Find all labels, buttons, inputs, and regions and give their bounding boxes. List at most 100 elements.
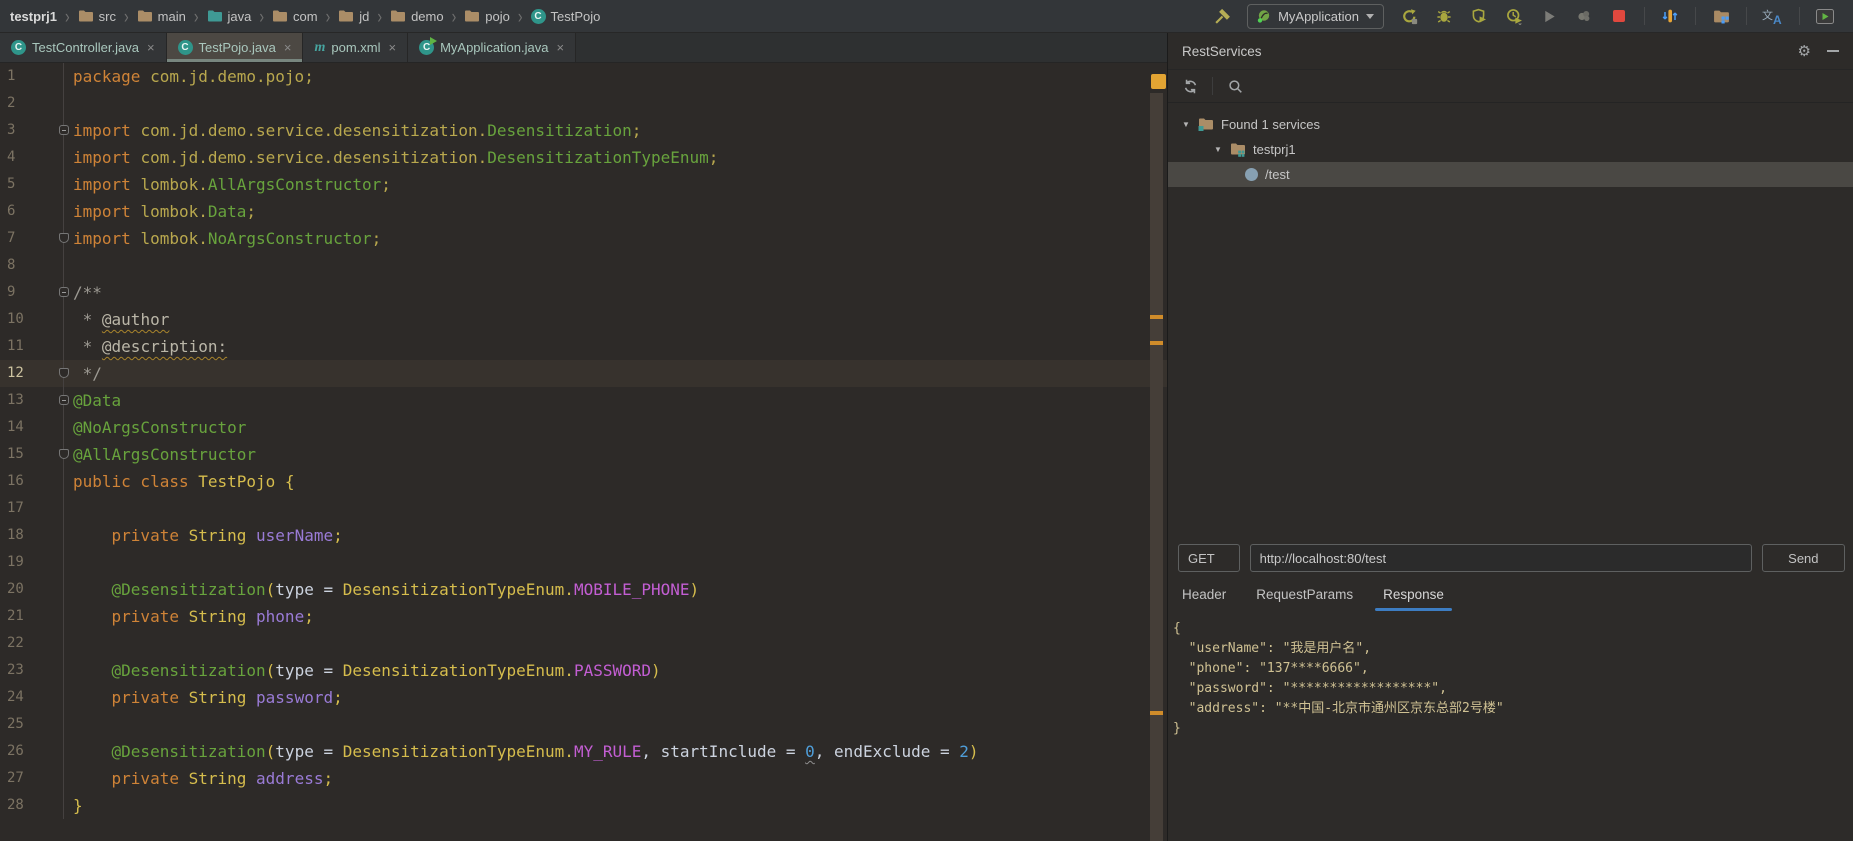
response-body[interactable]: { "userName": "我是用户名", "phone": "137****… [1168, 611, 1853, 739]
editor-tab-TestPojo.java[interactable]: C TestPojo.java × [166, 33, 304, 62]
build-hammer-icon[interactable] [1212, 6, 1232, 26]
code-line-3[interactable]: 3 import com.jd.demo.service.desensitizat… [0, 117, 1167, 144]
editor-scrollbar[interactable] [1150, 93, 1163, 841]
code-line-1[interactable]: 1 package com.jd.demo.pojo; [0, 63, 1167, 90]
expand-arrow-icon[interactable]: ▼ [1213, 145, 1223, 154]
code-line-23[interactable]: 23 @Desensitization(type = Desensitizati… [0, 657, 1167, 684]
line-number: 8 [7, 257, 16, 273]
code-line-26[interactable]: 26 @Desensitization(type = Desensitizati… [0, 738, 1167, 765]
code-line-24[interactable]: 24 private String password; [0, 684, 1167, 711]
breadcrumb-label: com [293, 8, 318, 24]
tree-item--test[interactable]: /test [1168, 162, 1853, 187]
code-line-5[interactable]: 5 import lombok.AllArgsConstructor; [0, 171, 1167, 198]
thread-dump-icon[interactable] [1574, 6, 1594, 26]
line-number: 1 [7, 68, 16, 84]
code-line-6[interactable]: 6 import lombok.Data; [0, 198, 1167, 225]
inspections-status-indicator[interactable] [1151, 74, 1166, 89]
tree-item-testprj1[interactable]: ▼ testprj1 [1168, 137, 1853, 162]
breadcrumb-item-src[interactable]: src [78, 9, 116, 24]
code-line-19[interactable]: 19 [0, 549, 1167, 576]
folder-icon [137, 9, 153, 23]
response-tab-RequestParams[interactable]: RequestParams [1256, 587, 1353, 611]
code-editor[interactable]: 1 package com.jd.demo.pojo; 2 3 import com.j… [0, 63, 1167, 841]
code-text: @Desensitization(type = DesensitizationT… [111, 742, 979, 761]
run-anything-icon[interactable] [1815, 6, 1835, 26]
translate-icon[interactable]: 文A [1762, 6, 1784, 26]
debug-icon[interactable] [1434, 6, 1454, 26]
fold-marker-icon[interactable] [59, 368, 69, 378]
gear-icon[interactable]: ⚙ [1798, 44, 1811, 59]
refresh-icon[interactable] [1180, 76, 1200, 96]
send-button[interactable]: Send [1761, 544, 1846, 572]
editor-tab-pom.xml[interactable]: m pom.xml × [303, 33, 409, 62]
editor-tab-MyApplication.java[interactable]: C MyApplication.java × [408, 33, 577, 62]
tree-item-Found-1-services[interactable]: ▼ Found 1 services [1168, 112, 1853, 137]
fold-marker-icon[interactable] [59, 233, 69, 243]
tab-close-icon[interactable]: × [147, 40, 155, 55]
code-line-28[interactable]: 28} [0, 792, 1167, 819]
main-content: C TestController.java × C TestPojo.java × m pom… [0, 33, 1853, 841]
tab-close-icon[interactable]: × [556, 40, 564, 55]
warning-stripe-mark[interactable] [1150, 711, 1163, 715]
folder-icon [390, 9, 406, 23]
search-icon[interactable] [1225, 76, 1245, 96]
profiler-icon[interactable] [1504, 6, 1524, 26]
breadcrumb-item-java[interactable]: java [207, 9, 251, 24]
stop-icon[interactable] [1609, 6, 1629, 26]
tab-close-icon[interactable]: × [284, 40, 292, 55]
code-line-11[interactable]: 11 * @description: [0, 333, 1167, 360]
code-line-13[interactable]: 13 @Data [0, 387, 1167, 414]
warning-stripe-mark[interactable] [1150, 341, 1163, 345]
breadcrumb-project[interactable]: testprj1 [10, 9, 57, 24]
tab-close-icon[interactable]: × [388, 40, 396, 55]
breadcrumb-item-com[interactable]: com [272, 9, 318, 24]
breadcrumb-item-TestPojo[interactable]: C TestPojo [530, 8, 600, 24]
code-line-17[interactable]: 17 [0, 495, 1167, 522]
fold-marker-icon[interactable] [59, 449, 69, 459]
editor-tab-TestController.java[interactable]: C TestController.java × [0, 33, 167, 62]
gutter [34, 549, 64, 576]
breadcrumb-item-main[interactable]: main [137, 9, 186, 24]
breadcrumb-item-jd[interactable]: jd [338, 9, 369, 24]
code-line-15[interactable]: 15 @AllArgsConstructor [0, 441, 1167, 468]
url-input[interactable] [1249, 544, 1752, 572]
code-line-27[interactable]: 27 private String address; [0, 765, 1167, 792]
expand-arrow-icon[interactable]: ▼ [1181, 120, 1191, 129]
code-line-4[interactable]: 4 import com.jd.demo.service.desensitizat… [0, 144, 1167, 171]
gutter [34, 522, 64, 549]
code-line-8[interactable]: 8 [0, 252, 1167, 279]
run-configurations-select[interactable]: MyApplication [1247, 3, 1384, 29]
code-line-16[interactable]: 16 public class TestPojo { [0, 468, 1167, 495]
breadcrumb-label: main [157, 8, 186, 24]
run-with-coverage-icon[interactable] [1469, 6, 1489, 26]
breadcrumb-item-pojo[interactable]: pojo [464, 9, 510, 24]
code-line-7[interactable]: 7 import lombok.NoArgsConstructor; [0, 225, 1167, 252]
line-number: 22 [7, 635, 24, 651]
code-line-21[interactable]: 21 private String phone; [0, 603, 1167, 630]
module-folder-icon [1230, 142, 1246, 157]
http-method-select[interactable]: GET [1178, 544, 1240, 572]
rerun-icon[interactable] [1399, 6, 1419, 26]
code-line-18[interactable]: 18 private String userName; [0, 522, 1167, 549]
fold-marker-icon[interactable] [59, 395, 69, 405]
run-icon[interactable] [1539, 6, 1559, 26]
code-text: import lombok.Data; [73, 202, 257, 221]
code-line-20[interactable]: 20 @Desensitization(type = Desensitizati… [0, 576, 1167, 603]
warning-stripe-mark[interactable] [1150, 315, 1163, 319]
response-tab-Header[interactable]: Header [1182, 587, 1226, 611]
gutter [34, 144, 64, 171]
response-tab-Response[interactable]: Response [1375, 587, 1452, 611]
breadcrumb-item-demo[interactable]: demo [390, 9, 444, 24]
code-line-14[interactable]: 14 @NoArgsConstructor [0, 414, 1167, 441]
fold-marker-icon[interactable] [59, 125, 69, 135]
code-line-10[interactable]: 10 * @author [0, 306, 1167, 333]
project-structure-icon[interactable] [1711, 6, 1731, 26]
minimize-icon[interactable] [1827, 50, 1839, 52]
code-line-22[interactable]: 22 [0, 630, 1167, 657]
code-line-25[interactable]: 25 [0, 711, 1167, 738]
settings-sync-icon[interactable] [1660, 6, 1680, 26]
code-line-12[interactable]: 12 */ [0, 360, 1167, 387]
fold-marker-icon[interactable] [59, 287, 69, 297]
code-line-2[interactable]: 2 [0, 90, 1167, 117]
code-line-9[interactable]: 9 /** [0, 279, 1167, 306]
